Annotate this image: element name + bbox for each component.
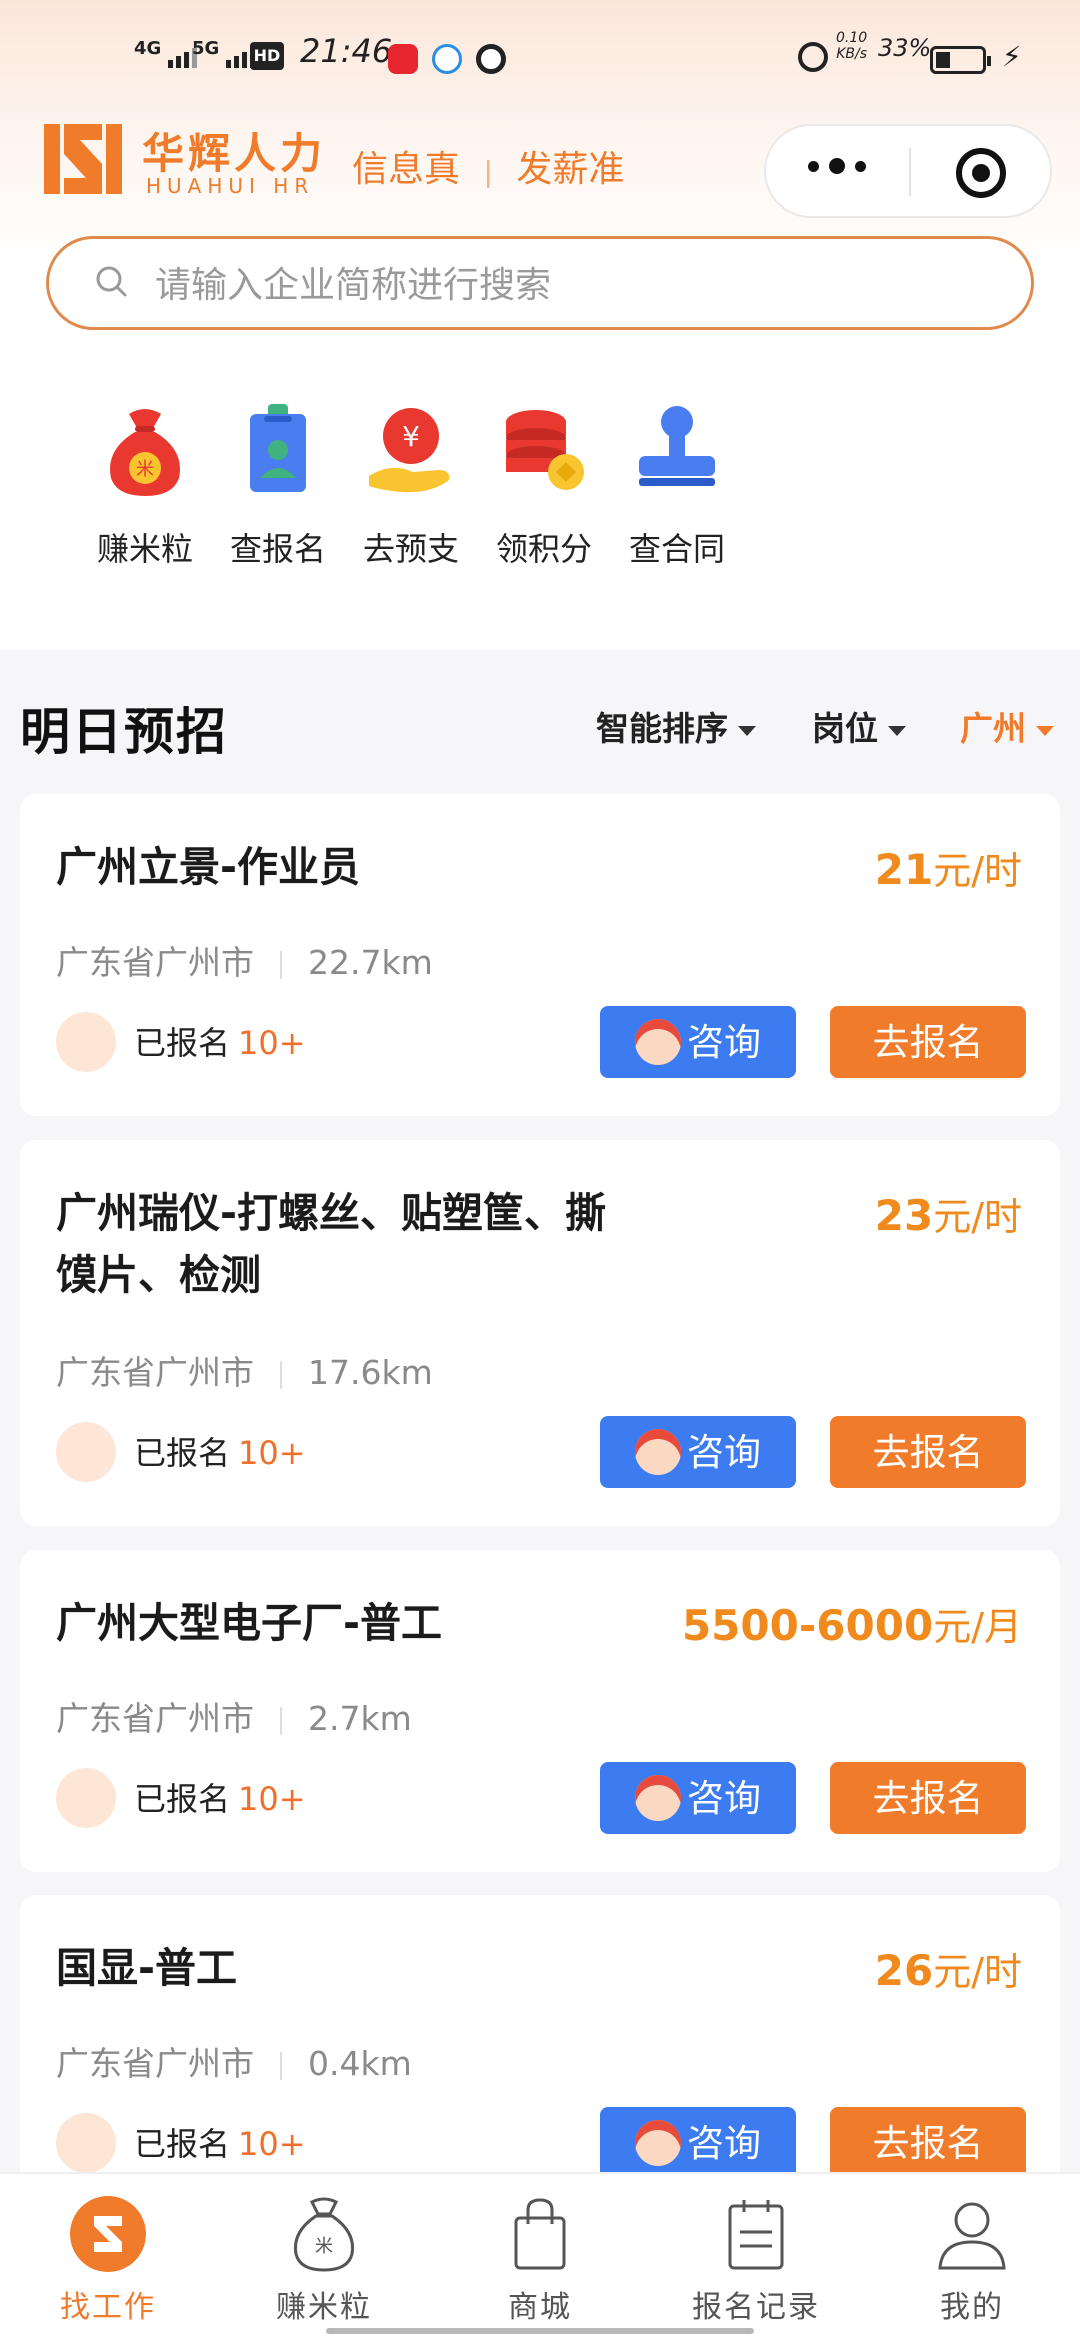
job-title: 广州大型电子厂-普工 [56,1599,443,1647]
close-miniprogram-icon[interactable] [956,148,1006,198]
svg-text:米: 米 [136,459,154,480]
consult-button[interactable]: 咨询 [600,1762,796,1834]
section-title: 明日预招 [20,703,228,761]
job-salary: 5500-6000元/月 [681,1601,1022,1650]
clock: 21:46 [300,32,393,70]
job-salary: 21元/时 [874,845,1022,894]
apply-button[interactable]: 去报名 [830,1006,1026,1078]
brand-name-en: HUAHUI HR [146,174,315,198]
app-notification-icon [388,44,418,74]
quick-menu: 米 赚米粒 查报名 ¥ 去预支 领积分 查合同 [0,400,1080,600]
job-location: 广东省广州市 2.7km [56,1699,412,1738]
shopping-bag-icon [514,2198,566,2270]
job-salary: 23元/时 [874,1191,1022,1240]
job-card[interactable]: 广州大型电子厂-普工 5500-6000元/月 广东省广州市 2.7km 已报名 1… [20,1550,1060,1872]
tab-find-job[interactable]: 找工作 [0,2174,216,2342]
slogan: 信息真 | 发薪准 [352,149,625,190]
tab-mine[interactable]: 我的 [864,2174,1080,2342]
caret-down-icon [738,725,756,736]
job-location: 广东省广州市 0.4km [56,2044,412,2083]
service-agent-icon [635,2120,681,2167]
service-agent-icon [635,1775,681,1822]
calendar-icon [728,2200,784,2270]
svg-text:米: 米 [315,2236,333,2257]
user-icon [938,2202,1006,2270]
status-bar: 4G 5G HD 21:46 0.10 KB/s 33% ⚡ [0,28,1080,88]
stamp-icon [639,406,715,486]
signed-count: 已报名 10+ [134,1434,306,1472]
battery-percent: 33% [878,34,932,62]
apply-button[interactable]: 去报名 [830,2107,1026,2179]
search-input[interactable] [153,257,957,313]
signed-users-icon [56,2113,116,2173]
apply-button[interactable]: 去报名 [830,1416,1026,1488]
service-agent-icon [635,1429,681,1476]
caret-down-icon [888,725,906,736]
coins-stack-icon [506,410,584,490]
bottom-tab-bar: 找工作 米 赚米粒 商城 报名记录 我的 [0,2172,1080,2342]
signal-5g-icon: 5G [192,38,256,68]
money-bag-icon: 米 [293,2197,355,2272]
chat-notification-icon [432,44,462,74]
job-title: 广州立景-作业员 [56,843,361,891]
filter-position[interactable]: 岗位 [812,702,906,750]
search-icon [96,266,127,297]
filter-city[interactable]: 广州 [960,702,1054,750]
brand-name: 华辉人力 [142,129,327,178]
signed-users-icon [56,1422,116,1482]
tab-mall[interactable]: 商城 [432,2174,648,2342]
hd-icon: HD [250,42,284,70]
consult-button[interactable]: 咨询 [600,1006,796,1078]
alarm-icon [798,42,828,72]
find-job-icon [70,2196,146,2272]
search-bar[interactable] [46,236,1034,330]
browser-notification-icon [476,44,506,74]
yuan-hand-icon: ¥ [369,408,450,493]
signed-count: 已报名 10+ [134,1024,306,1062]
signal-4g-icon: 4G [134,38,198,68]
tab-earn[interactable]: 米 赚米粒 [216,2174,432,2342]
job-card[interactable]: 国显-普工 26元/时 广东省广州市 0.4km 已报名 10+ 咨询 去报名 [20,1895,1060,2217]
tab-signup-records[interactable]: 报名记录 [648,2174,864,2342]
caret-down-icon [1036,725,1054,736]
svg-text:¥: ¥ [402,420,420,453]
charging-icon: ⚡ [1002,40,1022,73]
job-card[interactable]: 广州立景-作业员 21元/时 广东省广州市 22.7km 已报名 10+ 咨询 去报… [20,794,1060,1116]
signed-users-icon [56,1768,116,1828]
more-menu-icon[interactable] [808,158,866,174]
apply-button[interactable]: 去报名 [830,1762,1026,1834]
miniprogram-capsule [764,124,1052,218]
job-salary: 26元/时 [874,1946,1022,1995]
signed-users-icon [56,1012,116,1072]
home-indicator[interactable] [326,2328,754,2334]
brand-logo-icon [44,124,122,194]
quick-item-contract[interactable]: 查合同 [597,400,757,590]
network-speed: 0.10 KB/s [836,30,868,62]
service-agent-icon [635,1019,681,1066]
signed-count: 已报名 10+ [134,1780,306,1818]
filter-sort[interactable]: 智能排序 [596,702,756,750]
job-card[interactable]: 广州瑞仪-打螺丝、贴塑筐、撕馍片、检测 23元/时 广东省广州市 17.6km 已… [20,1140,1060,1526]
battery-icon [930,46,991,74]
consult-button[interactable]: 咨询 [600,1416,796,1488]
signed-count: 已报名 10+ [134,2125,306,2163]
job-title: 广州瑞仪-打螺丝、贴塑筐、撕馍片、检测 [56,1189,607,1299]
job-title: 国显-普工 [56,1944,238,1992]
badge-icon [250,404,306,492]
consult-button[interactable]: 咨询 [600,2107,796,2179]
money-bag-icon: 米 [110,409,180,496]
job-location: 广东省广州市 22.7km [56,943,433,982]
job-location: 广东省广州市 17.6km [56,1353,433,1392]
